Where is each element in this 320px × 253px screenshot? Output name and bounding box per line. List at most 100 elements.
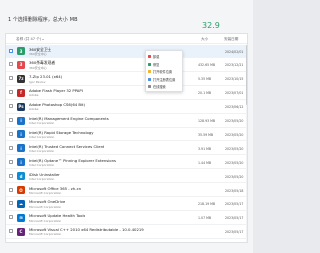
- program-row[interactable]: ⊞ Microsoft Update Health Tools Microsoft …: [6, 212, 247, 225]
- column-header-size[interactable]: 大小: [201, 37, 208, 42]
- row-checkbox[interactable]: [9, 215, 13, 220]
- program-row[interactable]: 3 360安全卫士 360安全中心 2024/02/01: [6, 45, 247, 58]
- program-size: 128.93 MB: [198, 119, 216, 123]
- program-install-date: 2023/05/17: [225, 230, 244, 235]
- scrollbar-thumb[interactable]: [246, 45, 247, 105]
- program-name: Adobe Flash Player 32 PPAPI: [29, 88, 83, 94]
- program-publisher: Intel Corporation: [29, 121, 55, 126]
- row-checkbox[interactable]: [9, 48, 13, 53]
- program-name: Microsoft Update Health Tools: [29, 213, 86, 219]
- program-size: 432.65 MB: [198, 63, 216, 68]
- program-size: 35.59 MB: [198, 132, 214, 137]
- program-publisher: Igor Pavlov: [29, 79, 46, 84]
- program-publisher: Microsoft Corporation: [29, 190, 62, 195]
- sort-chevron-icon: [42, 38, 45, 40]
- context-menu-label: 打开软件位置: [152, 70, 173, 75]
- idisk-icon: d: [17, 172, 25, 181]
- row-checkbox[interactable]: [9, 173, 13, 178]
- context-menu-item[interactable]: 打开注册表位置: [148, 76, 182, 83]
- program-name: Adobe Photoshop CS6(64 Bit): [29, 102, 85, 108]
- context-menu-item[interactable]: 打开软件位置: [148, 68, 182, 75]
- row-checkbox[interactable]: [9, 76, 13, 81]
- search-icon: [148, 85, 152, 89]
- program-row[interactable]: d iDisk Uninstaller Intel Corporation 2023/…: [6, 170, 247, 184]
- summary-prefix: 1 个选择删除程序，总大小: [8, 17, 68, 23]
- context-menu-label: 修复: [152, 62, 160, 67]
- program-name: Microsoft Visual C++ 2010 x64 Redistribu…: [29, 227, 144, 233]
- program-install-date: 2023/06/12: [225, 105, 244, 110]
- scrollbar[interactable]: [246, 45, 247, 242]
- program-install-date: 2023/07/01: [225, 91, 244, 96]
- program-row[interactable]: O Microsoft Office 365 - zh-cn Microsoft C…: [6, 184, 247, 197]
- program-install-date: 2023/05/17: [225, 216, 244, 221]
- context-menu-item[interactable]: 在线搜索: [148, 83, 182, 90]
- program-publisher: Adobe: [29, 93, 39, 98]
- 360-shield-icon: 3: [17, 47, 25, 55]
- row-checkbox[interactable]: [9, 159, 13, 164]
- program-publisher: Adobe: [29, 107, 39, 112]
- row-checkbox[interactable]: [9, 201, 13, 206]
- program-publisher: Microsoft Corporation: [29, 232, 62, 237]
- row-checkbox[interactable]: [9, 118, 13, 122]
- selection-summary: 1 个选择删除程序，总大小 32.9 MB: [8, 16, 220, 30]
- program-size: 218.19 MB: [198, 202, 216, 207]
- program-name: 7-Zip 23.01 (x64): [29, 74, 63, 80]
- intel-icon: i: [17, 130, 25, 139]
- program-name: Microsoft OneDrive: [29, 199, 66, 205]
- program-row[interactable]: i Intel(R) Management Engine Components In…: [6, 115, 247, 128]
- registry-icon: [148, 77, 152, 81]
- repair-icon: [148, 62, 152, 66]
- program-list-panel: 名称 (共 47 个) 大小 安装日期 3 360安全卫士 360安全中心 2024/…: [5, 33, 248, 243]
- flash-player-icon: f: [17, 88, 25, 97]
- table-header: 名称 (共 47 个) 大小 安装日期: [6, 34, 247, 44]
- program-publisher: Microsoft Corporation: [29, 218, 62, 223]
- row-checkbox[interactable]: [9, 187, 13, 192]
- row-checkbox[interactable]: [9, 229, 13, 234]
- 360-antivirus-icon: 3: [17, 60, 25, 69]
- program-size: 5.35 MB: [198, 77, 212, 82]
- row-checkbox[interactable]: [9, 131, 13, 136]
- program-install-date: 2023/05/20: [225, 160, 244, 165]
- program-name: Intel(R) Rapid Storage Technology: [29, 129, 94, 135]
- program-row[interactable]: i Intel(R) Trusted Connect Services Clien…: [6, 142, 247, 156]
- column-header-name[interactable]: 名称 (共 47 个): [16, 37, 45, 42]
- summary-unit: MB: [69, 17, 78, 23]
- program-install-date: 2023/05/20: [225, 174, 244, 179]
- program-install-date: 2024/02/01: [225, 49, 244, 54]
- program-publisher: Intel Corporation: [29, 149, 55, 154]
- program-name: iDisk Uninstaller: [29, 171, 60, 177]
- context-menu-item[interactable]: 修复: [148, 61, 182, 68]
- seven-zip-icon: 7z: [17, 74, 25, 83]
- program-install-date: 2023/12/21: [225, 63, 244, 68]
- program-publisher: 360安全中心: [29, 65, 47, 70]
- program-row[interactable]: 3 360杀毒发现者 360安全中心 432.65 MB 2023/12/21: [6, 59, 247, 72]
- row-checkbox[interactable]: [9, 90, 13, 95]
- program-name: Intel(R) Optane™ Pinning Explorer Extens…: [29, 157, 116, 163]
- program-publisher: Intel Corporation: [29, 176, 55, 181]
- intel-icon: i: [17, 144, 25, 153]
- column-header-date[interactable]: 安装日期: [224, 37, 238, 42]
- row-checkbox[interactable]: [9, 104, 13, 109]
- row-checkbox[interactable]: [9, 62, 13, 67]
- program-publisher: Intel Corporation: [29, 162, 55, 167]
- context-menu-item[interactable]: 卸载: [148, 53, 182, 60]
- program-install-date: 2023/05/20: [225, 119, 244, 123]
- program-install-date: 2023/05/17: [225, 202, 244, 207]
- onedrive-icon: ☁: [17, 199, 25, 208]
- program-row[interactable]: i Intel(R) Rapid Storage Technology Intel …: [6, 128, 247, 142]
- uninstaller-window: 1 个选择删除程序，总大小 32.9 MB 名称 (共 47 个) 大小 安装日…: [0, 0, 253, 253]
- program-row[interactable]: C Microsoft Visual C++ 2010 x64 Redistrib…: [6, 226, 247, 239]
- program-size: 1.44 MB: [198, 160, 212, 165]
- windows-icon: ⊞: [17, 213, 25, 222]
- program-row[interactable]: i Intel(R) Optane™ Pinning Explorer Exten…: [6, 156, 247, 170]
- program-size: 1.07 MB: [198, 216, 212, 221]
- program-install-date: 2023/05/18: [225, 188, 244, 193]
- program-publisher: Microsoft Corporation: [29, 204, 62, 209]
- row-checkbox[interactable]: [9, 145, 13, 150]
- program-row[interactable]: f Adobe Flash Player 32 PPAPI Adobe 20.1 MB…: [6, 87, 247, 100]
- program-row[interactable]: 7z 7-Zip 23.01 (x64) Igor Pavlov 5.35 MB 202…: [6, 73, 247, 86]
- program-row[interactable]: ☁ Microsoft OneDrive Microsoft Corporation…: [6, 198, 247, 211]
- program-row[interactable]: Ps Adobe Photoshop CS6(64 Bit) Adobe 2023/0…: [6, 101, 247, 114]
- intel-icon: i: [17, 158, 25, 167]
- program-name: Microsoft Office 365 - zh-cn: [29, 185, 82, 191]
